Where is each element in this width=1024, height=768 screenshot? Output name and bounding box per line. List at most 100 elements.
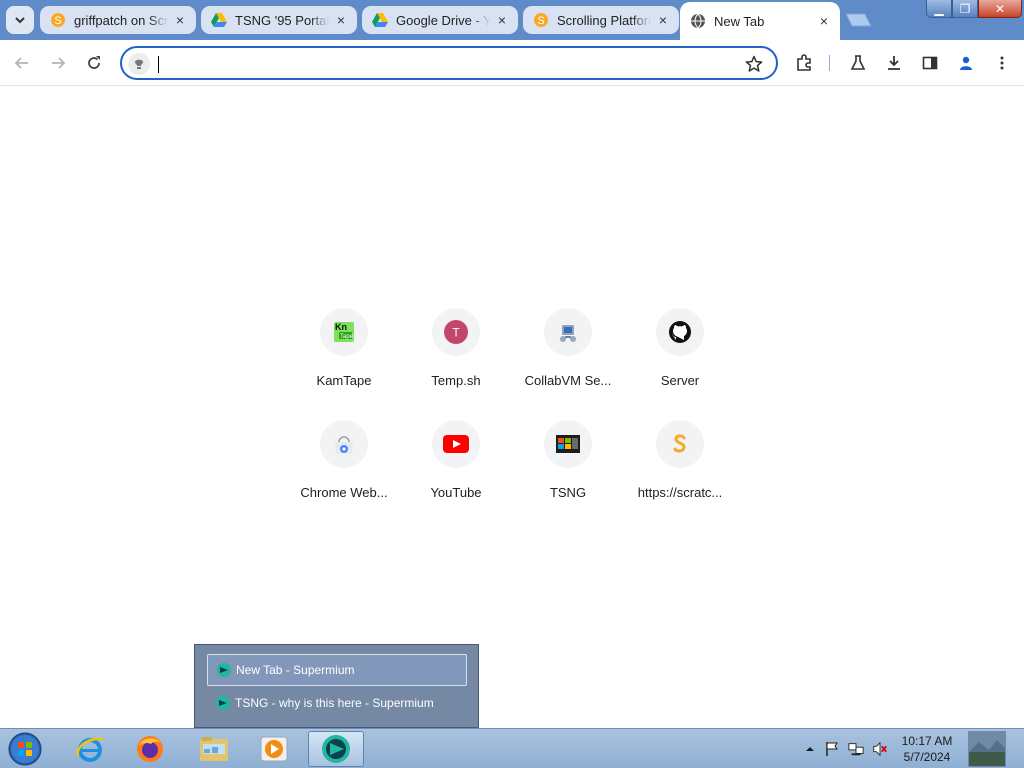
globe-icon: [690, 13, 706, 29]
shortcut-server[interactable]: Server: [624, 308, 736, 420]
supermium-icon: [322, 735, 350, 763]
shortcut-label: YouTube: [430, 485, 482, 500]
side-panel-icon: [922, 56, 938, 70]
tab-griffpatch[interactable]: S griffpatch on Scratch ×: [40, 6, 196, 34]
shortcut-collabvm[interactable]: CollabVM Se...: [512, 308, 624, 420]
shortcut-label: Chrome Web...: [300, 485, 388, 500]
youtube-icon: [432, 420, 480, 468]
shortcut-label: Temp.sh: [431, 373, 481, 388]
github-icon: [656, 308, 704, 356]
network-icon[interactable]: [848, 741, 864, 757]
taskbar: 10:17 AM 5/7/2024: [0, 728, 1024, 768]
forward-button[interactable]: [46, 51, 70, 75]
taskbar-supermium[interactable]: [308, 731, 364, 767]
svg-text:S: S: [537, 15, 544, 27]
new-tab-button[interactable]: [843, 12, 873, 28]
tab-strip: S griffpatch on Scratch × TSNG '95 Porta…: [0, 0, 1024, 40]
arrow-right-icon: [52, 57, 66, 69]
windows-orb-icon: [8, 732, 42, 766]
volume-muted-icon[interactable]: [872, 741, 888, 757]
address-bar[interactable]: [120, 46, 778, 80]
extensions-button[interactable]: [792, 51, 816, 75]
tab-title: griffpatch on Scratch: [74, 12, 168, 28]
tab-title: Scrolling Platformer: [557, 12, 651, 28]
close-tab-icon[interactable]: ×: [816, 13, 832, 29]
shortcut-label: https://scratc...: [637, 485, 723, 500]
supermium-icon: [216, 696, 230, 710]
shortcut-tsng[interactable]: TSNG: [512, 420, 624, 532]
window-list-item-tsng[interactable]: TSNG - why is this here - Supermium: [207, 687, 467, 719]
reload-icon: [88, 56, 100, 69]
svg-text:T: T: [452, 326, 460, 340]
shortcut-youtube[interactable]: YouTube: [400, 420, 512, 532]
labs-button[interactable]: [846, 51, 870, 75]
internet-explorer-icon: [76, 737, 104, 762]
shortcut-label: KamTape: [316, 373, 372, 388]
close-tab-icon[interactable]: ×: [172, 12, 188, 28]
letter-t-icon: T: [432, 308, 480, 356]
google-drive-icon: [372, 12, 388, 28]
text-caret: [158, 56, 159, 73]
maximize-button[interactable]: ❐: [952, 0, 978, 18]
side-panel-button[interactable]: [918, 51, 942, 75]
profile-button[interactable]: [954, 51, 978, 75]
downloads-button[interactable]: [882, 51, 906, 75]
firefox-icon: [137, 736, 163, 762]
back-button[interactable]: [10, 51, 34, 75]
svg-text:Kn: Kn: [335, 322, 347, 332]
shortcut-scratch[interactable]: https://scratc...: [624, 420, 736, 532]
tab-google-drive[interactable]: Google Drive - Your files ×: [362, 6, 518, 34]
close-window-button[interactable]: ✕: [978, 0, 1022, 18]
flask-icon: [850, 55, 866, 70]
file-explorer-icon: [200, 737, 228, 761]
person-icon: [960, 56, 972, 70]
close-tab-icon[interactable]: ×: [494, 12, 510, 28]
minimize-button[interactable]: ▁: [926, 0, 952, 18]
download-icon: [888, 56, 900, 70]
shortcut-label: CollabVM Se...: [524, 373, 612, 388]
taskbar-firefox[interactable]: [122, 731, 178, 767]
bookmark-star-button[interactable]: [744, 54, 764, 74]
tab-new-tab[interactable]: New Tab ×: [680, 2, 840, 40]
chevron-up-icon: [806, 747, 814, 751]
chevron-down-icon: [15, 17, 25, 24]
scratch-icon: [656, 420, 704, 468]
kamtape-icon: Kn Tape: [320, 308, 368, 356]
desktop-thumbnail-icon: [969, 732, 1005, 766]
scratch-icon: S: [533, 12, 549, 28]
taskbar-window-list: New Tab - Supermium TSNG - why is this h…: [194, 644, 479, 728]
clock-time: 10:17 AM: [901, 734, 953, 748]
tsng-icon: [544, 420, 592, 468]
show-desktop-button[interactable]: [968, 731, 1006, 767]
tab-search-button[interactable]: [6, 6, 34, 34]
tab-tsng-portable[interactable]: TSNG '95 Portable ×: [201, 6, 357, 34]
shortcut-chrome-web-store[interactable]: Chrome Web...: [288, 420, 400, 532]
tab-title: New Tab: [714, 13, 765, 29]
taskbar-media-player[interactable]: [246, 731, 302, 767]
menu-button[interactable]: [990, 51, 1014, 75]
taskbar-internet-explorer[interactable]: [62, 731, 118, 767]
start-button[interactable]: [4, 730, 46, 768]
action-center-icon[interactable]: [824, 741, 840, 757]
shortcut-kamtape[interactable]: Kn Tape KamTape: [288, 308, 400, 420]
media-player-icon: [260, 736, 288, 762]
show-hidden-icons-button[interactable]: [802, 741, 818, 757]
reload-button[interactable]: [82, 51, 106, 75]
clock-date: 5/7/2024: [903, 750, 951, 764]
window-list-item-new-tab[interactable]: New Tab - Supermium: [207, 654, 467, 686]
kebab-menu-icon: [1000, 56, 1004, 70]
site-info-icon[interactable]: [128, 53, 150, 75]
puzzle-icon: [797, 54, 811, 71]
google-drive-icon: [211, 12, 227, 28]
taskbar-file-explorer[interactable]: [186, 731, 242, 767]
system-clock[interactable]: 10:17 AM 5/7/2024: [892, 733, 962, 765]
shortcut-temp-sh[interactable]: T Temp.sh: [400, 308, 512, 420]
chrome-web-store-icon: [320, 420, 368, 468]
tab-scrolling-platformer[interactable]: S Scrolling Platformer ×: [523, 6, 679, 34]
scratch-icon: S: [50, 12, 66, 28]
shortcut-label: TSNG: [549, 485, 587, 500]
star-icon: [745, 55, 763, 72]
close-tab-icon[interactable]: ×: [655, 12, 671, 28]
address-input[interactable]: [156, 52, 736, 76]
close-tab-icon[interactable]: ×: [333, 12, 349, 28]
